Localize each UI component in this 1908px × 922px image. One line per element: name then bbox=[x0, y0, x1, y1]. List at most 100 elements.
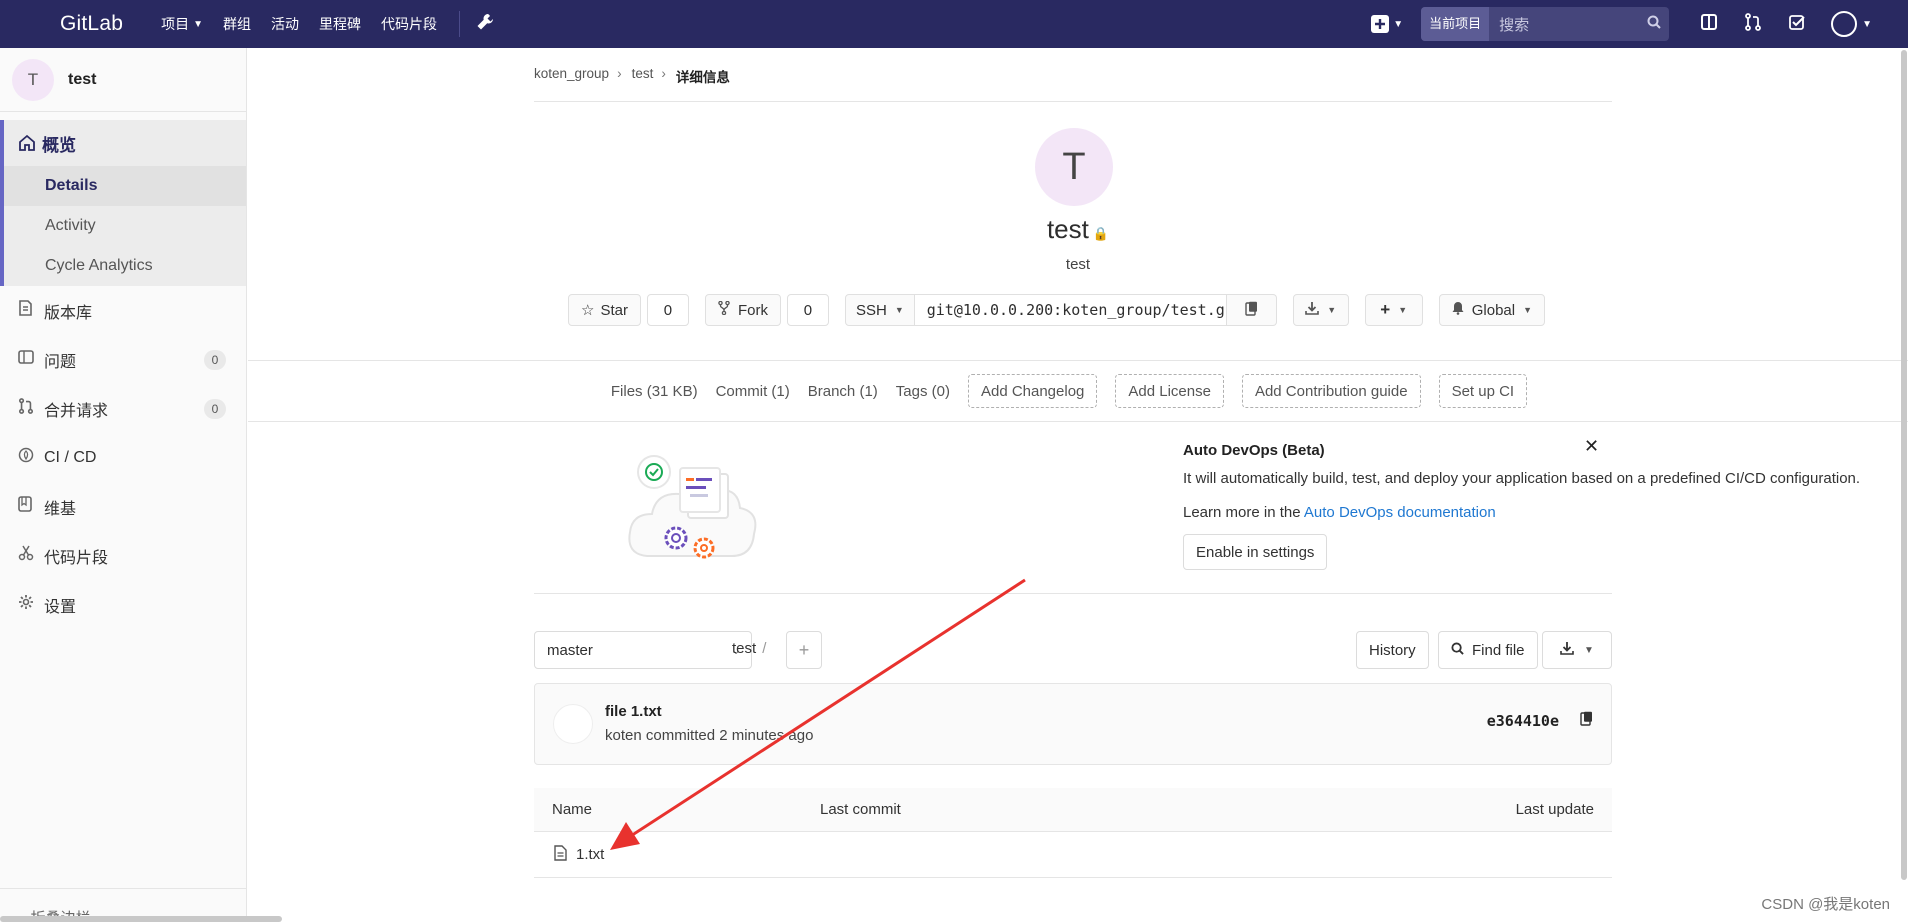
clone-url-input[interactable]: git@10.0.0.200:koten_group/test.git bbox=[914, 294, 1227, 326]
sidebar-subitem-details[interactable]: Details bbox=[4, 166, 246, 206]
nav-activity[interactable]: 活动 bbox=[271, 14, 299, 34]
gear-icon bbox=[18, 594, 44, 615]
search-box[interactable]: 当前项目 搜索 bbox=[1421, 7, 1670, 41]
sidebar-item-overview[interactable]: 概览 bbox=[4, 120, 246, 166]
auto-devops-description: It will automatically build, test, and d… bbox=[1183, 470, 1861, 487]
file-name-link[interactable]: 1.txt bbox=[576, 846, 604, 863]
todo-checkbox-icon[interactable] bbox=[1775, 13, 1819, 36]
breadcrumb-link-group[interactable]: koten_group bbox=[534, 66, 609, 81]
column-header-name: Name bbox=[552, 801, 593, 818]
setup-ci-button[interactable]: Set up CI bbox=[1438, 374, 1528, 408]
project-avatar-large: T bbox=[1035, 128, 1113, 206]
find-file-button[interactable]: Find file bbox=[1438, 631, 1538, 669]
sidebar-project-header[interactable]: T test bbox=[0, 48, 246, 112]
nav-divider bbox=[458, 11, 460, 37]
main-content: koten_group › test › 详细信息 T test 🔒 test ☆… bbox=[248, 48, 1908, 922]
branch-name: master bbox=[547, 641, 593, 659]
issues-icon bbox=[18, 349, 44, 370]
auto-devops-doc-link[interactable]: Auto DevOps documentation bbox=[1304, 504, 1496, 521]
sidebar-item-ci-cd[interactable]: CI / CD bbox=[0, 433, 246, 482]
chevron-down-icon: ▼ bbox=[1523, 305, 1533, 315]
table-row[interactable]: 1.txt bbox=[534, 832, 1612, 878]
vertical-scrollbar[interactable] bbox=[1900, 48, 1908, 922]
sidebar-subitem-activity[interactable]: Activity bbox=[4, 206, 246, 246]
last-commit-panel: file 1.txt koten committed 2 minutes ago… bbox=[534, 683, 1612, 765]
sidebar-item-wiki[interactable]: 维基 bbox=[0, 482, 246, 531]
file-tree-header: Name Last commit Last update bbox=[534, 788, 1612, 832]
project-action-row: ☆ Star 0 Fork 0 SSH ▼ git@10.0.0.200:koten… bbox=[568, 294, 1546, 326]
sidebar-item-settings[interactable]: 设置 bbox=[0, 580, 246, 629]
stat-commits[interactable]: Commit (1) bbox=[716, 383, 790, 400]
sidebar-item-merge-requests[interactable]: 合并请求 0 bbox=[0, 384, 246, 433]
star-button[interactable]: ☆ Star bbox=[568, 294, 641, 326]
commit-sha[interactable]: e364410e bbox=[1487, 712, 1559, 730]
sidebar-group-overview: 概览 Details Activity Cycle Analytics bbox=[0, 120, 246, 286]
chevron-down-icon: ▼ bbox=[894, 305, 904, 315]
sidebar-item-issues[interactable]: 问题 0 bbox=[0, 335, 246, 384]
nav-projects[interactable]: 项目 ▼ bbox=[161, 14, 203, 34]
search-icon bbox=[1639, 15, 1669, 33]
stat-tags[interactable]: Tags (0) bbox=[896, 383, 950, 400]
nav-groups[interactable]: 群组 bbox=[223, 14, 251, 34]
history-button[interactable]: History bbox=[1356, 631, 1429, 669]
download-icon bbox=[1305, 301, 1320, 319]
sidebar-item-label: 版本库 bbox=[44, 304, 93, 322]
sidebar-item-label: CI / CD bbox=[44, 448, 97, 466]
nav-milestones[interactable]: 里程碑 bbox=[319, 14, 361, 34]
sidebar-subitem-cycle-analytics[interactable]: Cycle Analytics bbox=[4, 246, 246, 286]
enable-in-settings-button[interactable]: Enable in settings bbox=[1183, 534, 1328, 570]
gitlab-logo[interactable]: GitLab bbox=[60, 12, 123, 36]
add-dropdown-button[interactable]: + ▼ bbox=[1364, 294, 1423, 326]
new-dropdown-button[interactable]: ▼ bbox=[1371, 15, 1403, 33]
star-count[interactable]: 0 bbox=[646, 294, 689, 326]
nav-snippets[interactable]: 代码片段 bbox=[381, 14, 437, 34]
add-license-button[interactable]: Add License bbox=[1115, 374, 1224, 408]
star-icon: ☆ bbox=[581, 302, 595, 319]
copy-url-button[interactable] bbox=[1226, 294, 1277, 326]
auto-devops-illustration bbox=[628, 455, 757, 559]
repository-toolbar: master ⌄ test / + History Find file ▼ bbox=[534, 631, 1612, 669]
sidebar-toggle-icon[interactable] bbox=[1687, 13, 1731, 36]
add-changelog-button[interactable]: Add Changelog bbox=[967, 374, 1098, 408]
search-scope-badge[interactable]: 当前项目 bbox=[1421, 7, 1490, 41]
sidebar-item-label: 问题 bbox=[44, 353, 77, 371]
merge-request-icon[interactable] bbox=[1731, 12, 1775, 36]
top-nav: 项目 ▼ 群组 活动 里程碑 代码片段 bbox=[161, 11, 494, 37]
search-input[interactable]: 搜索 bbox=[1489, 14, 1639, 35]
sidebar-item-label: 设置 bbox=[44, 598, 77, 616]
sidebar-item-label: 维基 bbox=[44, 500, 77, 518]
horizontal-scrollbar[interactable] bbox=[0, 916, 282, 922]
scrollbar-thumb[interactable] bbox=[1901, 50, 1907, 880]
breadcrumb-link-project[interactable]: test bbox=[632, 66, 654, 81]
add-to-tree-button[interactable]: + bbox=[786, 631, 822, 669]
notification-label: Global bbox=[1471, 301, 1516, 319]
path-root-link[interactable]: test bbox=[732, 640, 756, 657]
notification-dropdown-button[interactable]: Global ▼ bbox=[1438, 294, 1546, 326]
download-dropdown-button[interactable]: ▼ bbox=[1292, 294, 1349, 326]
auto-devops-learn-more: Learn more in the Auto DevOps documentat… bbox=[1183, 504, 1496, 521]
clone-protocol-dropdown[interactable]: SSH ▼ bbox=[844, 294, 915, 326]
chevron-right-icon: › bbox=[661, 66, 666, 81]
lock-icon: 🔒 bbox=[1092, 226, 1110, 241]
fork-label: Fork bbox=[737, 301, 768, 319]
add-contribution-guide-button[interactable]: Add Contribution guide bbox=[1241, 374, 1421, 408]
chevron-down-icon: ▼ bbox=[1398, 305, 1408, 315]
fork-button[interactable]: Fork bbox=[704, 294, 781, 326]
user-menu-button[interactable]: ▼ bbox=[1831, 11, 1872, 37]
admin-wrench-icon[interactable] bbox=[476, 13, 494, 36]
project-avatar: T bbox=[12, 58, 54, 101]
commit-message[interactable]: file 1.txt bbox=[605, 703, 662, 720]
stat-branches[interactable]: Branch (1) bbox=[808, 383, 878, 400]
fork-count[interactable]: 0 bbox=[786, 294, 829, 326]
top-navbar: GitLab 项目 ▼ 群组 活动 里程碑 代码片段 ▼ 当前项目 搜索 ▼ bbox=[0, 0, 1908, 48]
stat-files[interactable]: Files (31 KB) bbox=[611, 383, 698, 400]
close-icon[interactable]: ✕ bbox=[1584, 436, 1599, 457]
commit-author-avatar[interactable] bbox=[553, 704, 593, 744]
merge-requests-count-badge: 0 bbox=[204, 398, 226, 419]
auto-devops-banner: Auto DevOps (Beta) It will automatically… bbox=[534, 422, 1860, 594]
repo-download-button[interactable]: ▼ bbox=[1542, 631, 1612, 669]
clipboard-icon[interactable] bbox=[1580, 711, 1593, 730]
sidebar-item-repository[interactable]: 版本库 bbox=[0, 286, 246, 335]
branch-select[interactable]: master ⌄ bbox=[534, 631, 752, 669]
sidebar-item-snippets[interactable]: 代码片段 bbox=[0, 531, 246, 580]
